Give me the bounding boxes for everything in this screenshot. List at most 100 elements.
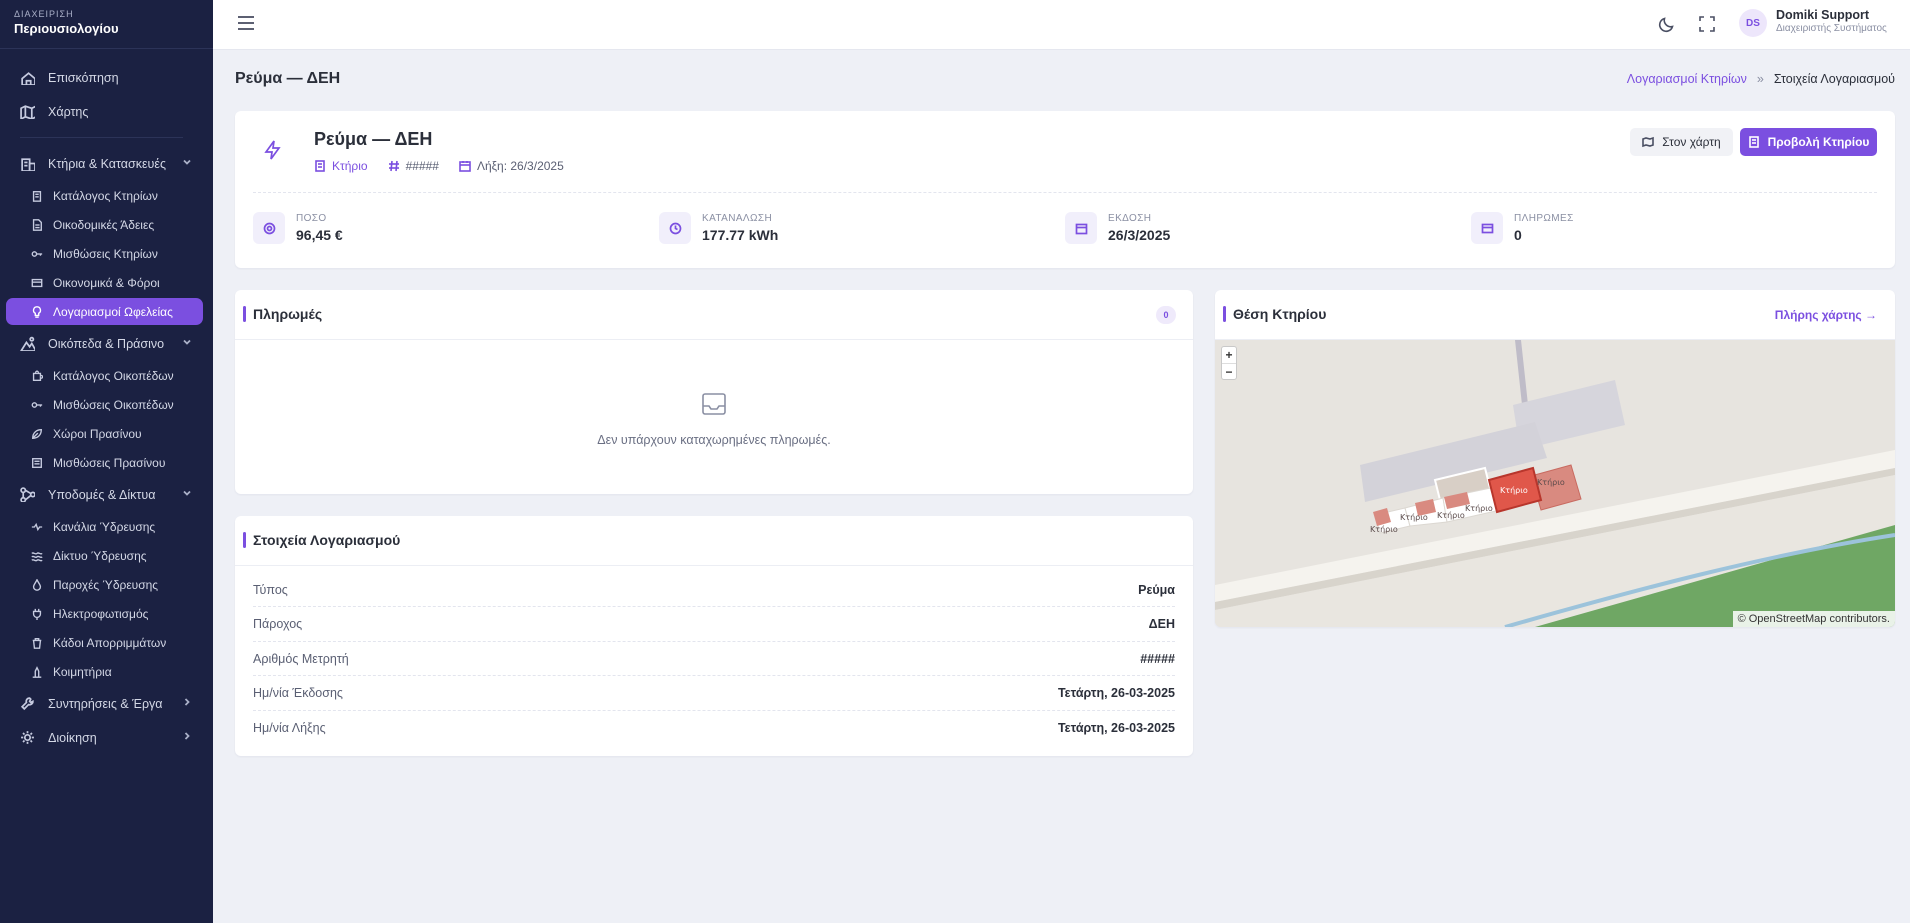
breadcrumb-link[interactable]: Λογαριασμοί Κτηρίων — [1627, 72, 1747, 86]
sidebar-item-12[interactable]: Μισθώσεις Πρασίνου — [8, 449, 205, 476]
sidebar-item-19[interactable]: Κοιμητήρια — [8, 658, 205, 685]
breadcrumb: Λογαριασμοί Κτηρίων » Στοιχεία Λογαριασμ… — [1627, 72, 1895, 86]
map-label: Κτήριο — [1400, 513, 1428, 522]
menu-toggle-icon[interactable] — [237, 15, 255, 31]
sidebar-item-10[interactable]: Μισθώσεις Οικοπέδων — [8, 391, 205, 418]
sidebar-item-0[interactable]: Επισκόπηση — [8, 62, 205, 93]
plug-icon — [30, 607, 44, 621]
due-meta: Λήξη: 26/3/2025 — [459, 159, 564, 173]
view-building-button[interactable]: Προβολή Κτηρίου — [1740, 128, 1877, 156]
bill-details-card: Στοιχεία Λογαριασμού Τύπος Ρεύμα Πάροχος ΔΕ… — [235, 516, 1193, 756]
building-meta[interactable]: Κτήριο — [314, 159, 368, 173]
home-icon — [18, 69, 36, 87]
key-icon — [30, 247, 44, 261]
sidebar-item-label: Δίκτυο Ύδρευσης — [53, 548, 147, 563]
map-tiles: Κτήριο Κτήριο Κτήριο Κτήριο Κτήριο Κτήρι… — [1215, 340, 1895, 627]
sidebar-item-9[interactable]: Κατάλογος Οικοπέδων — [8, 362, 205, 389]
calendar-icon — [1065, 212, 1097, 244]
sidebar-item-label: Κατάλογος Κτηρίων — [53, 188, 158, 203]
lightning-bolt-icon — [262, 139, 284, 161]
sidebar-item-5[interactable]: Μισθώσεις Κτηρίων — [8, 240, 205, 267]
bill-title: Ρεύμα — ΔΕΗ — [314, 129, 433, 149]
brand-title: Περιουσιολογίου — [14, 21, 119, 36]
hash-icon — [388, 160, 399, 172]
sidebar-item-7[interactable]: Λογαριασμοί Ωφελείας — [6, 298, 203, 325]
sidebar-item-label: Χώροι Πρασίνου — [53, 426, 142, 441]
stat-issue-date: ΕΚΔΟΣΗ 26/3/2025 — [1065, 212, 1170, 244]
detail-row: Ημ/νία Λήξης Τετάρτη, 26-03-2025 — [253, 711, 1175, 745]
zoom-out-button[interactable]: − — [1222, 363, 1236, 379]
map-zoom-control: + − — [1221, 346, 1237, 380]
building-icon — [18, 155, 36, 173]
chevron-down-icon — [181, 487, 193, 499]
key-icon — [30, 398, 44, 412]
sidebar-item-17[interactable]: Ηλεκτροφωτισμός — [8, 600, 205, 627]
sidebar-item-label: Υποδομές & Δίκτυα — [48, 487, 156, 502]
detail-row: Αριθμός Μετρητή ##### — [253, 642, 1175, 676]
wallet-icon — [30, 276, 44, 290]
sidebar-group-20[interactable]: Συντηρήσεις & Έργα — [8, 688, 205, 719]
building-location-card: Θέση Κτηρίου Πλήρης χάρτης → Κτήριο Κτήρ… — [1215, 290, 1895, 627]
detail-row: Ημ/νία Έκδοσης Τετάρτη, 26-03-2025 — [253, 677, 1175, 711]
dark-mode-moon-icon[interactable] — [1658, 15, 1676, 33]
sidebar-item-11[interactable]: Χώροι Πρασίνου — [8, 420, 205, 447]
waves-icon — [30, 549, 44, 563]
building-small-icon — [30, 189, 44, 203]
empty-payments-text: Δεν υπάρχουν καταχωρημένες πληρωμές. — [597, 433, 831, 447]
stat-value: 0 — [1514, 227, 1522, 243]
map-attribution[interactable]: © OpenStreetMap contributors. — [1732, 611, 1895, 627]
sidebar-item-3[interactable]: Κατάλογος Κτηρίων — [8, 182, 205, 209]
sidebar-item-label: Κατάλογος Οικοπέδων — [53, 368, 174, 383]
sidebar-group-13[interactable]: Υποδομές & Δίκτυα — [8, 479, 205, 510]
section-accent-bar — [243, 532, 246, 548]
detail-row: Τύπος Ρεύμα — [253, 573, 1175, 607]
chevron-right-icon — [181, 730, 193, 742]
zoom-in-button[interactable]: + — [1222, 347, 1236, 363]
building-link[interactable]: Κτήριο — [332, 159, 368, 173]
monument-icon — [30, 665, 44, 679]
user-role: Διαχειριστής Συστήματος — [1776, 23, 1887, 34]
sidebar-item-16[interactable]: Παροχές Ύδρευσης — [8, 571, 205, 598]
detail-label: Πάροχος — [253, 617, 303, 631]
card-icon — [1471, 212, 1503, 244]
brand[interactable]: ΔΙΑΧΕΙΡΙΣΗ Περιουσιολογίου — [0, 0, 213, 49]
sidebar-item-label: Ηλεκτροφωτισμός — [53, 606, 149, 621]
map-label: Κτήριο — [1437, 511, 1465, 520]
sidebar-item-label: Κάδοι Απορριμμάτων — [53, 635, 167, 650]
channel-icon — [30, 520, 44, 534]
avatar[interactable]: DS — [1739, 9, 1767, 37]
sidebar-item-6[interactable]: Οικονομικά & Φόροι — [8, 269, 205, 296]
stat-value: 96,45 € — [296, 227, 343, 243]
stat-label: ΠΛΗΡΩΜΕΣ — [1514, 213, 1574, 224]
meter-meta: ##### — [388, 159, 439, 173]
sidebar-item-18[interactable]: Κάδοι Απορριμμάτων — [8, 629, 205, 656]
detail-label: Τύπος — [253, 582, 288, 597]
map-view[interactable]: Κτήριο Κτήριο Κτήριο Κτήριο Κτήριο Κτήρι… — [1215, 340, 1895, 627]
full-map-link[interactable]: Πλήρης χάρτης → — [1775, 308, 1877, 322]
sidebar-group-2[interactable]: Κτήρια & Κατασκευές — [8, 148, 205, 179]
sidebar-item-15[interactable]: Δίκτυο Ύδρευσης — [8, 542, 205, 569]
sidebar-group-8[interactable]: Οικόπεδα & Πράσινο — [8, 328, 205, 359]
sidebar-group-21[interactable]: Διοίκηση — [8, 722, 205, 753]
sidebar: ΔΙΑΧΕΙΡΙΣΗ Περιουσιολογίου Επισκόπηση Χάρ… — [0, 0, 213, 923]
sidebar-item-14[interactable]: Κανάλια Ύδρευσης — [8, 513, 205, 540]
bill-meta: Κτήριο ##### Λήξη: 26/3/2025 — [314, 159, 564, 173]
sidebar-item-label: Μισθώσεις Κτηρίων — [53, 246, 158, 261]
page-title: Ρεύμα — ΔΕΗ — [235, 70, 341, 87]
details-header: Στοιχεία Λογαριασμού — [235, 516, 1193, 566]
user-name[interactable]: Domiki Support — [1776, 8, 1869, 22]
fullscreen-icon[interactable] — [1698, 15, 1716, 33]
sidebar-item-label: Κτήρια & Κατασκευές — [48, 156, 166, 171]
map-header: Θέση Κτηρίου Πλήρης χάρτης → — [1215, 290, 1895, 340]
stat-label: ΚΑΤΑΝΑΛΩΣΗ — [702, 213, 773, 224]
sidebar-item-label: Οικονομικά & Φόροι — [53, 275, 160, 290]
target-icon — [253, 212, 285, 244]
details-title: Στοιχεία Λογαριασμού — [253, 532, 401, 548]
to-map-button[interactable]: Στον χάρτη — [1630, 128, 1733, 156]
map-label: Κτήριο — [1537, 478, 1565, 487]
sidebar-item-4[interactable]: Οικοδομικές Άδειες — [8, 211, 205, 238]
sidebar-item-1[interactable]: Χάρτης — [8, 96, 205, 127]
document-icon — [30, 218, 44, 232]
chevron-down-icon — [181, 336, 193, 348]
map-label: Κτήριο — [1500, 486, 1528, 495]
